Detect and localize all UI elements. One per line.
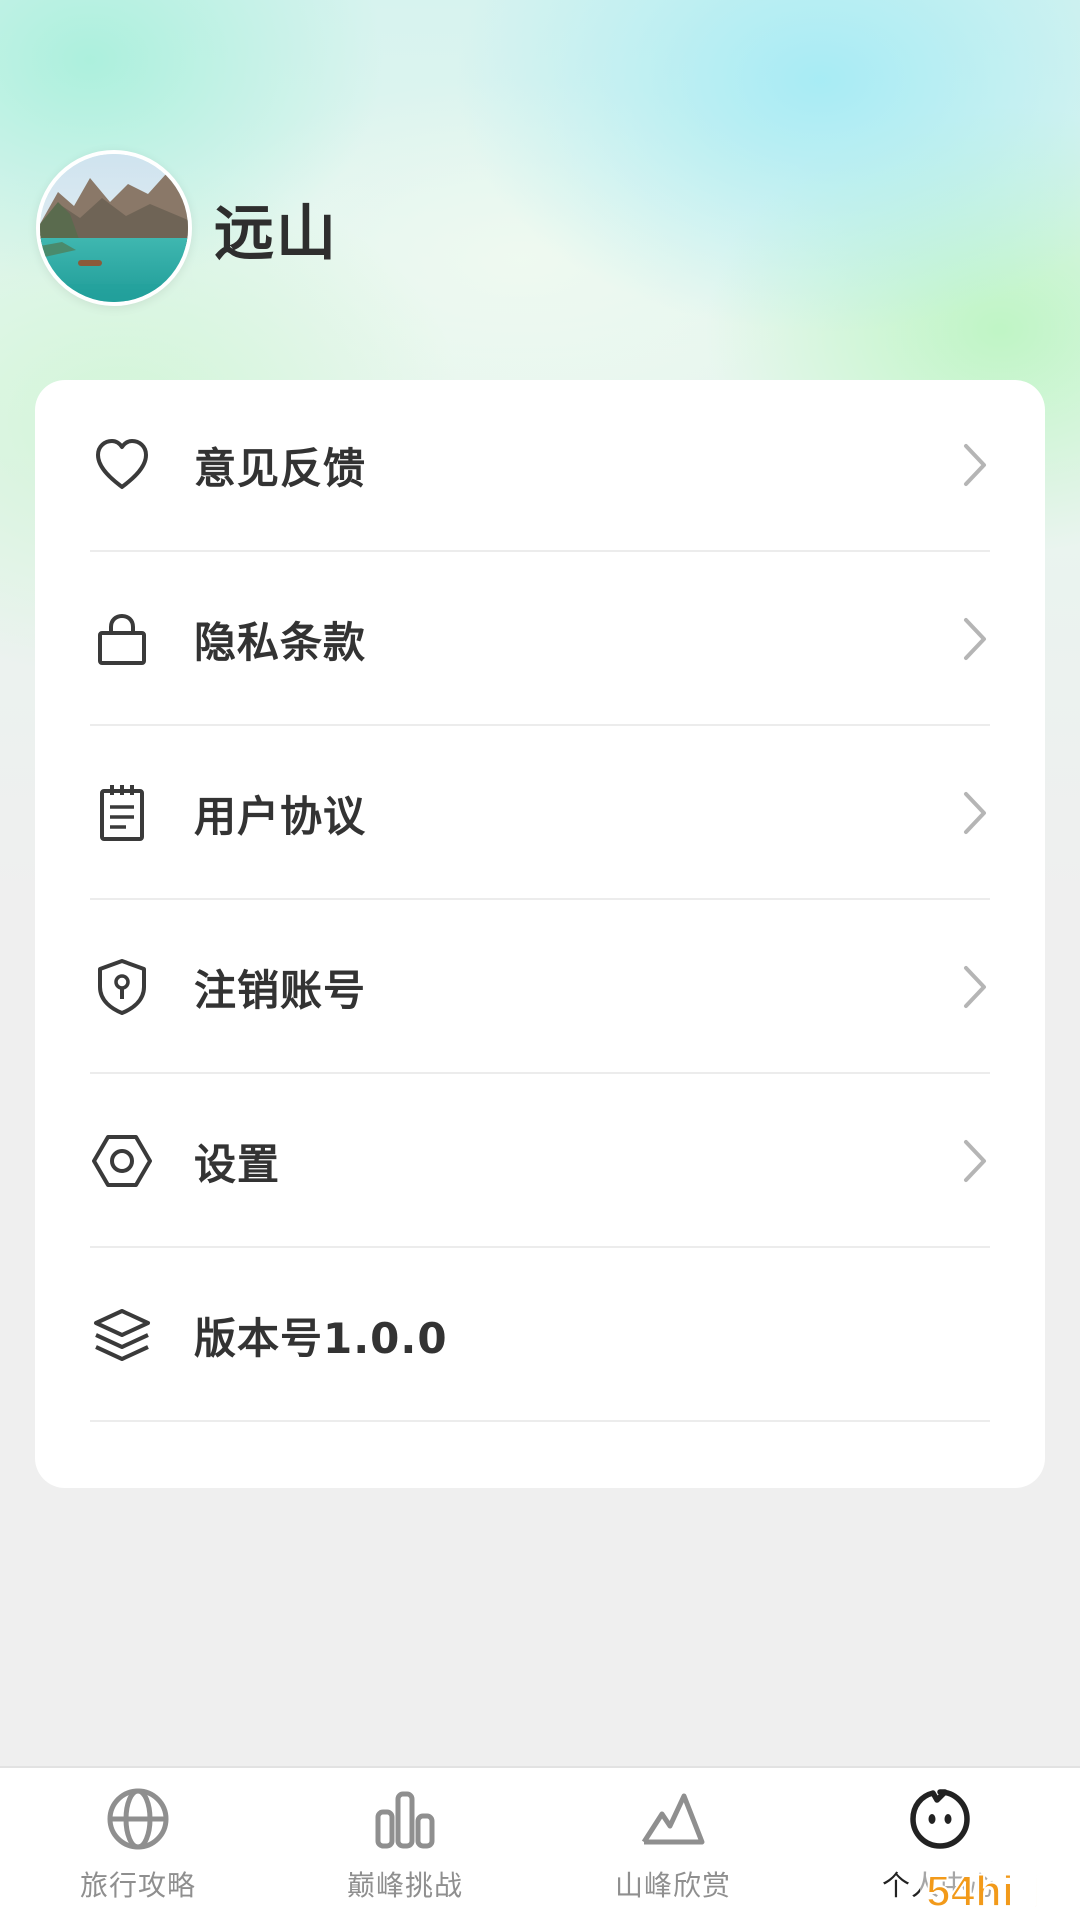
watermark-logo: 54hi手游网 (920, 1856, 1080, 1920)
lock-icon (90, 607, 154, 671)
menu-item-feedback[interactable]: 意见反馈 (90, 380, 990, 552)
layers-icon (90, 1303, 154, 1367)
watermark-text: 54hi手游网 (926, 1867, 1080, 1916)
tab-mountain-view[interactable]: 山峰欣赏 (573, 1784, 773, 1914)
profile-header: 远山 (36, 146, 338, 310)
avatar[interactable] (36, 150, 192, 306)
mountain-icon (638, 1784, 708, 1854)
chevron-right-icon (964, 444, 986, 486)
menu-item-privacy[interactable]: 隐私条款 (90, 554, 990, 726)
tab-label: 山峰欣赏 (614, 1869, 731, 1902)
tab-peak-challenge[interactable]: 巅峰挑战 (305, 1784, 505, 1914)
menu-item-label: 用户协议 (194, 791, 367, 841)
tab-travel-guide[interactable]: 旅行攻略 (38, 1784, 238, 1914)
chevron-right-icon (964, 1140, 986, 1182)
version-label: 版本号1.0.0 (194, 1313, 448, 1363)
menu-card: 意见反馈 隐私条款 用户协议 注销账号 设置 版本号1.0.0 (35, 380, 1045, 1488)
bottom-tab-bar: 旅行攻略 巅峰挑战 山峰欣赏 个人中心 (0, 1766, 1080, 1920)
tab-label: 巅峰挑战 (346, 1869, 463, 1902)
shield-keyhole-icon (90, 955, 154, 1019)
globe-icon (103, 1784, 173, 1854)
tab-label: 旅行攻略 (79, 1869, 196, 1902)
menu-item-label: 意见反馈 (194, 443, 367, 493)
menu-item-user-agreement[interactable]: 用户协议 (90, 728, 990, 900)
chevron-right-icon (964, 792, 986, 834)
menu-item-settings[interactable]: 设置 (90, 1076, 990, 1248)
chevron-right-icon (964, 966, 986, 1008)
menu-item-label: 隐私条款 (194, 617, 367, 667)
bar-chart-icon (370, 1784, 440, 1854)
face-icon (905, 1784, 975, 1854)
menu-item-label: 注销账号 (194, 965, 367, 1015)
hexagon-gear-icon (90, 1129, 154, 1193)
notepad-icon (90, 781, 154, 845)
menu-item-label: 设置 (194, 1139, 281, 1189)
chevron-right-icon (964, 618, 986, 660)
menu-item-version: 版本号1.0.0 (90, 1250, 990, 1422)
menu-item-delete-account[interactable]: 注销账号 (90, 902, 990, 1074)
username: 远山 (214, 198, 338, 269)
heart-icon (90, 433, 154, 497)
